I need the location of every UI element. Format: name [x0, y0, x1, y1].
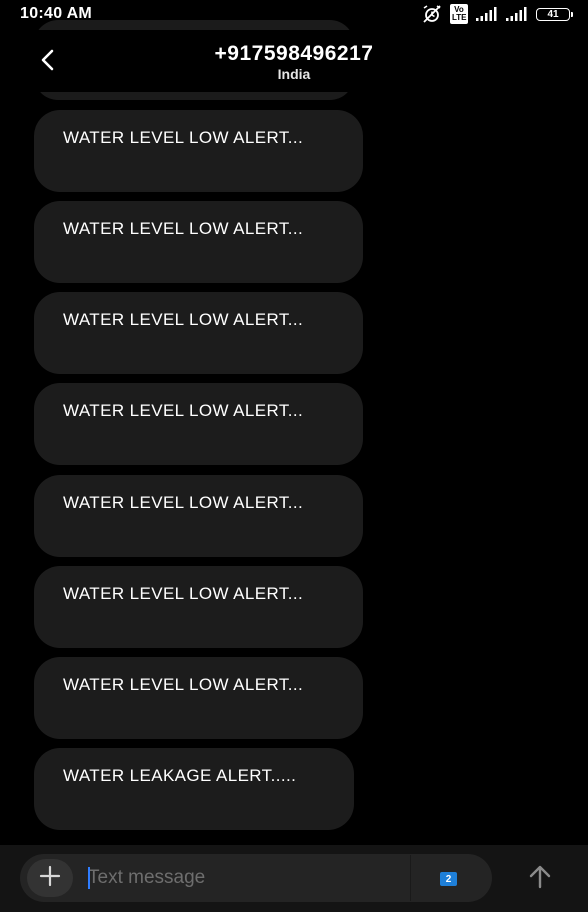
message-bubble[interactable]: WATER LEVEL LOW ALERT... — [34, 657, 363, 739]
message-bubble[interactable]: WATER LEVEL LOW ALERT... — [34, 383, 363, 465]
conversation-header: +917598496217 India — [0, 30, 588, 92]
sms-conversation-screen: WATER LEVEL LOW ALERT... WATER LEVEL LOW… — [0, 0, 588, 912]
text-cursor — [88, 867, 90, 889]
send-button[interactable] — [520, 859, 560, 899]
status-icons: Vo LTE 41 — [422, 4, 573, 24]
message-text: WATER LEVEL LOW ALERT... — [63, 219, 304, 238]
message-list[interactable]: WATER LEVEL LOW ALERT... WATER LEVEL LOW… — [0, 0, 588, 845]
message-text: WATER LEVEL LOW ALERT... — [63, 310, 304, 329]
compose-bar: 2 — [0, 845, 588, 912]
message-text: WATER LEVEL LOW ALERT... — [63, 401, 304, 420]
plus-icon — [39, 865, 61, 892]
message-bubble[interactable]: WATER LEVEL LOW ALERT... — [34, 566, 363, 648]
message-bubble[interactable]: WATER LEVEL LOW ALERT... — [34, 475, 363, 557]
status-bar: 10:40 AM Vo LTE 41 — [0, 0, 588, 28]
message-text: WATER LEVEL LOW ALERT... — [63, 493, 304, 512]
battery-icon: 41 — [536, 7, 573, 21]
signal-icon — [476, 7, 498, 21]
add-attachment-button[interactable] — [27, 859, 73, 897]
battery-level: 41 — [547, 8, 559, 20]
contact-country: India — [277, 66, 311, 82]
signal-icon — [506, 7, 528, 21]
message-bubble[interactable]: WATER LEAKAGE ALERT..... — [34, 748, 354, 830]
message-bubble[interactable]: WATER LEVEL LOW ALERT... — [34, 292, 363, 374]
divider — [410, 855, 411, 901]
message-text: WATER LEAKAGE ALERT..... — [63, 766, 297, 785]
message-bubble[interactable]: WATER LEVEL LOW ALERT... — [34, 110, 363, 192]
sim-select-button[interactable]: 2 — [440, 872, 457, 886]
message-text: WATER LEVEL LOW ALERT... — [63, 675, 304, 694]
contact-number[interactable]: +917598496217 — [0, 42, 588, 66]
alarm-off-icon — [422, 5, 442, 23]
message-text: WATER LEVEL LOW ALERT... — [63, 128, 304, 147]
status-time: 10:40 AM — [20, 5, 93, 22]
message-text: WATER LEVEL LOW ALERT... — [63, 584, 304, 603]
message-input[interactable] — [88, 863, 398, 893]
volte-icon: Vo LTE — [450, 4, 468, 24]
message-bubble[interactable]: WATER LEVEL LOW ALERT... — [34, 201, 363, 283]
arrow-up-icon — [527, 864, 553, 895]
